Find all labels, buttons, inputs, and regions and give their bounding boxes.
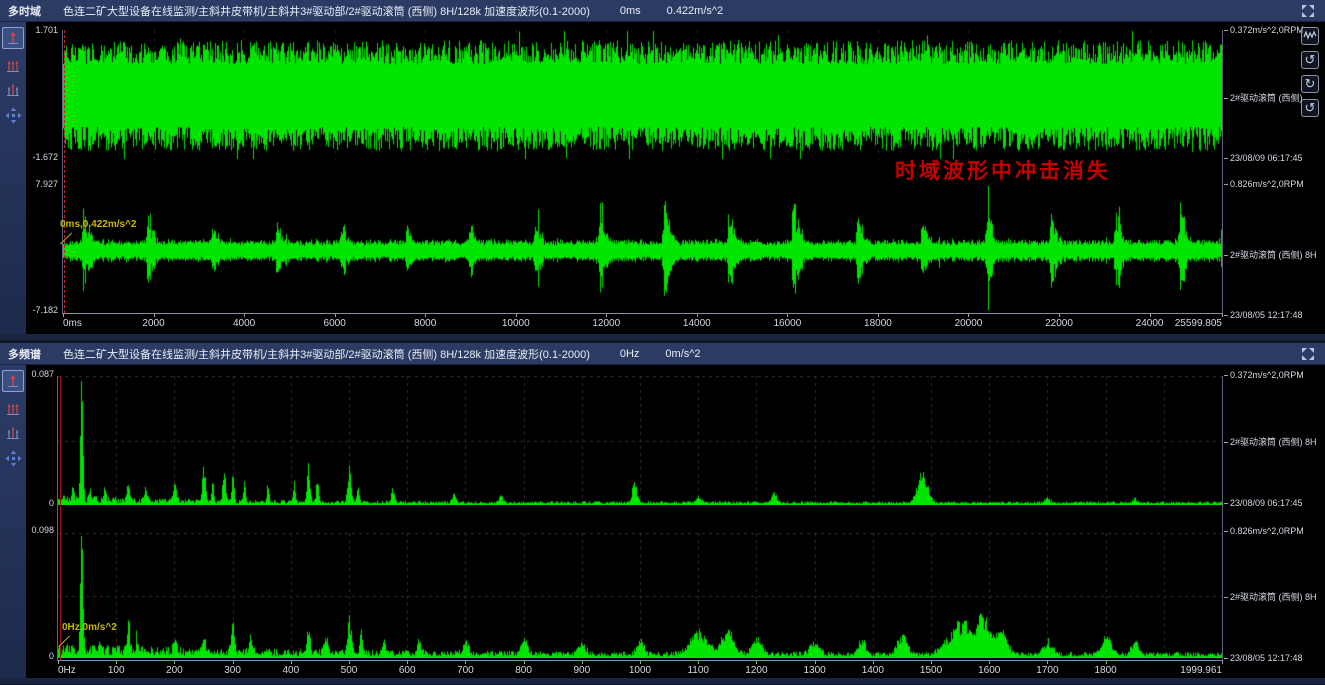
expand-icon[interactable] [1300, 3, 1316, 19]
amplitude-rpm-label: 0.826m/s^2,0RPM [1224, 526, 1304, 536]
amplitude-rpm-label: 0.372m/s^2,0RPM [1224, 25, 1304, 35]
spectrum-canvas-1[interactable] [58, 376, 1222, 505]
x-tick-label: 12000 [592, 318, 620, 329]
cursor-value-note: 0ms,0.422m/s^2 [60, 219, 136, 230]
channel-label: 2#驱动滚筒 (西侧) 8H [1224, 435, 1317, 448]
timestamp-label: 23/08/05 12:17:48 [1224, 310, 1303, 320]
cursor-toolbar [0, 22, 26, 340]
waveform-button[interactable] [1301, 27, 1319, 45]
x-tick-label: 25599.805 [1175, 318, 1222, 329]
x-tick-label: 16000 [773, 318, 801, 329]
timestamp-label: 23/08/05 12:17:48 [1224, 653, 1303, 663]
cursor-value-note: 0Hz,0m/s^2 [62, 622, 117, 633]
x-tick-label: 4000 [233, 318, 255, 329]
pan-tool-icon[interactable] [2, 104, 24, 126]
panel-bottom-strip [0, 334, 1325, 340]
time-waveform-canvas-2[interactable] [63, 185, 1222, 311]
y-max-label: 0.087 [20, 369, 54, 379]
spectrum-panel: 多频谱 色连二矿大型设备在线监测/主斜井皮带机/主斜井3#驱动部/2#驱动滚筒 … [0, 343, 1325, 685]
time-cursor-line[interactable] [64, 30, 65, 313]
refresh-button[interactable]: ↻ [1301, 75, 1319, 93]
measurement-path-title: 色连二矿大型设备在线监测/主斜井皮带机/主斜井3#驱动部/2#驱动滚筒 (西侧)… [63, 3, 590, 19]
x-tick-label: 1400 [862, 665, 884, 676]
x-tick-label: 600 [399, 665, 416, 676]
y-axis-line [62, 30, 63, 313]
y-min-label: 0 [20, 651, 54, 661]
sideband-cursor-tool-icon[interactable] [2, 422, 24, 444]
pan-tool-icon[interactable] [2, 447, 24, 469]
x-tick-label: 1100 [687, 665, 709, 676]
vibration-monitor-app: 多时域 色连二矿大型设备在线监测/主斜井皮带机/主斜井3#驱动部/2#驱动滚筒 … [0, 0, 1325, 685]
y-min-label: -7.182 [24, 305, 58, 315]
x-axis-line [62, 313, 1223, 314]
x-tick-label: 10000 [502, 318, 530, 329]
single-cursor-tool-icon[interactable] [2, 27, 24, 49]
panel-bottom-strip [0, 678, 1325, 684]
playback-button[interactable]: ↺ [1301, 99, 1319, 117]
y-axis-line [57, 376, 58, 660]
x-tick-label: 1000 [629, 665, 651, 676]
y-max-label: 7.927 [24, 179, 58, 189]
panel-mode-label: 多频谱 [8, 346, 41, 362]
channel-label: 2#驱动滚筒 (西侧) [1224, 91, 1303, 104]
x-tick-label: 1700 [1036, 665, 1058, 676]
x-tick-label: 18000 [864, 318, 892, 329]
x-tick-label: 200 [166, 665, 183, 676]
x-tick-label: 2000 [142, 318, 164, 329]
x-tick-label: 14000 [683, 318, 711, 329]
x-tick-label: 500 [341, 665, 358, 676]
cursor-y-readout: 0m/s^2 [665, 348, 700, 360]
sideband-cursor-tool-icon[interactable] [2, 79, 24, 101]
x-tick-label: 6000 [324, 318, 346, 329]
y-max-label: 1.701 [24, 25, 58, 35]
x-tick-label: 400 [282, 665, 299, 676]
x-tick-label: 1200 [745, 665, 767, 676]
channel-label: 2#驱动滚筒 (西侧) 8H [1224, 590, 1317, 603]
x-tick-label: 700 [457, 665, 474, 676]
y-max-label: 0.098 [20, 525, 54, 535]
x-tick-label: 1500 [920, 665, 942, 676]
harmonic-cursor-tool-icon[interactable] [2, 55, 24, 77]
x-tick-label: 100 [108, 665, 125, 676]
cursor-x-readout: 0Hz [620, 348, 640, 360]
time-domain-panel: 多时域 色连二矿大型设备在线监测/主斜井皮带机/主斜井3#驱动部/2#驱动滚筒 … [0, 0, 1325, 341]
x-tick-label: 24000 [1136, 318, 1164, 329]
x-tick-label: 0ms [63, 318, 82, 329]
amplitude-rpm-label: 0.372m/s^2,0RPM [1224, 370, 1304, 380]
spectrum-panel-body: 0.087 0 0.098 0 0Hz,0m/s^2 0.372m/s^2,0R… [0, 365, 1325, 684]
spectrum-cursor-line[interactable] [60, 376, 61, 660]
x-tick-label: 900 [573, 665, 590, 676]
channel-label: 2#驱动滚筒 (西侧) 8H [1224, 248, 1317, 261]
x-tick-label: 300 [224, 665, 241, 676]
x-tick-label: 1800 [1094, 665, 1116, 676]
time-waveform-canvas-1[interactable] [63, 30, 1222, 160]
y-min-label: -1.672 [24, 152, 58, 162]
cursor-y-readout: 0.422m/s^2 [667, 5, 724, 17]
cursor-x-readout: 0ms [620, 5, 641, 17]
x-tick-label: 1300 [803, 665, 825, 676]
harmonic-cursor-tool-icon[interactable] [2, 398, 24, 420]
time-panel-body: 1.701 -1.672 7.927 -7.182 时域波形中冲击消失 0ms,… [0, 22, 1325, 340]
x-tick-label: 0Hz [58, 665, 76, 676]
history-button[interactable]: ↺ [1301, 51, 1319, 69]
x-tick-label: 8000 [414, 318, 436, 329]
expand-icon[interactable] [1300, 346, 1316, 362]
timestamp-label: 23/08/09 06:17:45 [1224, 498, 1303, 508]
x-tick-label: 1600 [978, 665, 1000, 676]
amplitude-rpm-label: 0.826m/s^2,0RPM [1224, 179, 1304, 189]
measurement-path-title: 色连二矿大型设备在线监测/主斜井皮带机/主斜井3#驱动部/2#驱动滚筒 (西侧)… [63, 346, 590, 362]
timestamp-label: 23/08/09 06:17:45 [1224, 153, 1303, 163]
time-panel-header: 多时域 色连二矿大型设备在线监测/主斜井皮带机/主斜井3#驱动部/2#驱动滚筒 … [0, 0, 1325, 22]
impact-disappeared-annotation: 时域波形中冲击消失 [895, 155, 1111, 185]
panel-mode-label: 多时域 [8, 3, 41, 19]
x-tick-label: 800 [515, 665, 532, 676]
x-tick-label: 20000 [955, 318, 983, 329]
spectrum-canvas-2[interactable] [58, 533, 1222, 658]
x-tick-label: 1999.961 [1180, 665, 1222, 676]
y-axis-line-right [1222, 30, 1223, 313]
y-min-label: 0 [20, 498, 54, 508]
spectrum-panel-header: 多频谱 色连二矿大型设备在线监测/主斜井皮带机/主斜井3#驱动部/2#驱动滚筒 … [0, 343, 1325, 365]
y-axis-line-right [1222, 376, 1223, 660]
x-tick-label: 22000 [1045, 318, 1073, 329]
